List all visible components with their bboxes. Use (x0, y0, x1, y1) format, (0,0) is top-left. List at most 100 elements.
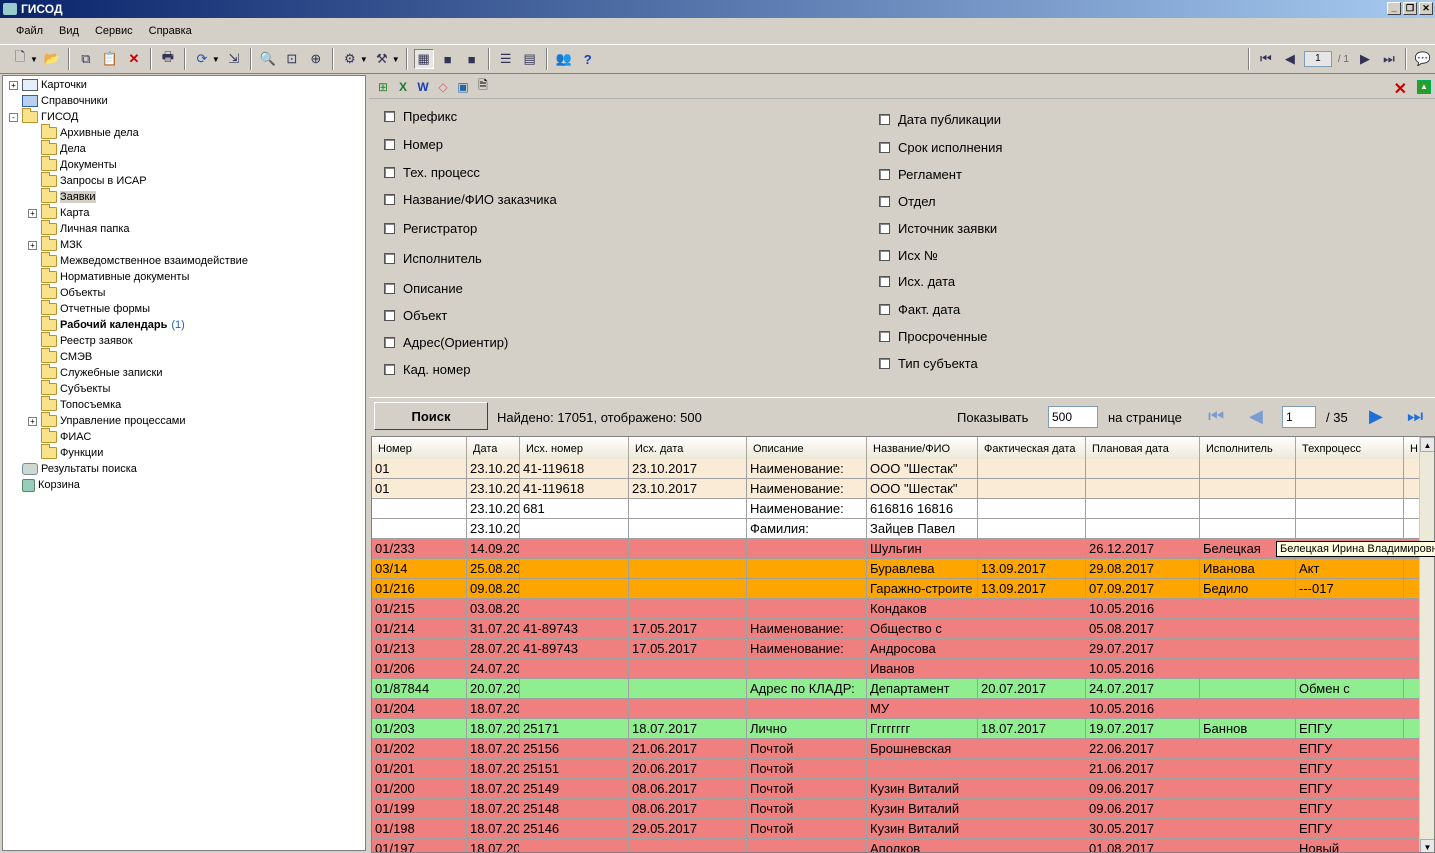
layout2-icon[interactable]: ■ (438, 49, 458, 69)
close-filter-icon[interactable]: ✕ (1394, 79, 1407, 99)
settings-icon[interactable]: ⚙ (340, 49, 360, 69)
filter-checkbox[interactable]: Описание (384, 281, 463, 296)
checkbox-box[interactable] (879, 250, 890, 261)
tree-item[interactable]: Функции (28, 444, 103, 461)
print-icon[interactable]: 🖶 (158, 49, 178, 69)
tree-item[interactable]: + Карта (28, 204, 89, 221)
delete-icon[interactable]: ✕ (124, 49, 144, 69)
collapse-filter-icon[interactable]: ▲ (1417, 80, 1431, 94)
filter-checkbox[interactable]: Исх № (879, 248, 938, 263)
tree-item[interactable]: Межведомственное взаимодействие (28, 252, 248, 269)
table-row[interactable]: 01/215 03.08.20 Кондаков 10.05.2016 (372, 599, 1424, 619)
dropdown-arrow-icon[interactable]: ▼ (30, 55, 38, 64)
table-row[interactable]: 01/199 18.07.20 25148 08.06.2017 Почтой Кузин… (372, 799, 1424, 819)
column-header[interactable]: Название/ФИО (867, 437, 978, 459)
tree-item[interactable]: Нормативные документы (28, 268, 189, 285)
tree-item[interactable]: Служебные записки (28, 364, 163, 381)
find-icon[interactable]: 🔍 (258, 49, 278, 69)
column-header[interactable]: Фактическая дата (978, 437, 1086, 459)
menu-help[interactable]: Справка (141, 25, 200, 37)
expand-icon[interactable]: + (28, 208, 37, 218)
menu-file[interactable]: Файл (8, 25, 51, 37)
checkbox-box[interactable] (384, 194, 395, 205)
table-row[interactable]: 03/14 25.08.20 Буравлева 13.09.2017 29.08.20… (372, 559, 1424, 579)
column-header[interactable]: Номер (372, 437, 467, 459)
tree-item[interactable]: Дела (28, 140, 86, 157)
filter-checkbox[interactable]: Регистратор (384, 221, 477, 236)
checkbox-box[interactable] (384, 111, 395, 122)
checkbox-box[interactable] (879, 223, 890, 234)
expand-icon[interactable]: + (9, 80, 18, 90)
search-button[interactable]: Поиск (374, 402, 488, 430)
checkbox-box[interactable] (879, 169, 890, 180)
table-row[interactable]: 01/204 18.07.20 МУ 10.05.2016 (372, 699, 1424, 719)
next-page-icon[interactable]: ▶ (1355, 49, 1375, 69)
last-page-icon[interactable]: ⏭ (1407, 406, 1423, 427)
zoom-icon[interactable]: ⊡ (282, 49, 302, 69)
table-row[interactable]: 01 23.10.20 41-119618 23.10.2017 Наименовани… (372, 459, 1424, 479)
dropdown-arrow-icon[interactable]: ▼ (392, 55, 400, 64)
word-icon[interactable]: W (415, 79, 431, 95)
checkbox-box[interactable] (384, 283, 395, 294)
column-header[interactable]: Дата (467, 437, 520, 459)
save-filter-icon[interactable]: ▣ (455, 79, 471, 95)
comment-icon[interactable]: 💬 (1413, 49, 1433, 69)
filter-checkbox[interactable]: Регламент (879, 167, 962, 182)
checkbox-box[interactable] (384, 139, 395, 150)
filter-checkbox[interactable]: Кад. номер (384, 362, 470, 377)
filter-checkbox[interactable]: Объект (384, 308, 447, 323)
tree-item[interactable]: Топосъемка (28, 396, 121, 413)
tree-item[interactable]: Объекты (28, 284, 105, 301)
checkbox-box[interactable] (879, 114, 890, 125)
filter-checkbox[interactable]: Название/ФИО заказчика (384, 192, 557, 207)
vertical-scrollbar[interactable]: ▲ ▼ (1419, 437, 1434, 852)
filter-checkbox[interactable]: Тип субъекта (879, 356, 978, 371)
checkbox-box[interactable] (384, 364, 395, 375)
add-filter-icon[interactable]: ⊞ (375, 79, 391, 95)
list-icon[interactable]: ☰ (496, 49, 516, 69)
page-number-input[interactable]: 1 (1282, 406, 1316, 428)
refresh-icon[interactable]: ⟳ (192, 49, 212, 69)
menu-view[interactable]: Вид (51, 25, 87, 37)
checkbox-box[interactable] (384, 167, 395, 178)
checkbox-box[interactable] (384, 310, 395, 321)
layout1-icon[interactable]: ▦ (413, 49, 434, 69)
checkbox-box[interactable] (879, 358, 890, 369)
table-row[interactable]: 01/198 18.07.20 25146 29.05.2017 Почтой Кузин… (372, 819, 1424, 839)
document-icon[interactable]: 🗎 (475, 78, 491, 95)
dropdown-arrow-icon[interactable]: ▼ (212, 55, 220, 64)
table-row[interactable]: 01 23.10.20 41-119618 23.10.2017 Наименовани… (372, 479, 1424, 499)
last-page-icon[interactable]: ⏭ (1379, 49, 1399, 69)
column-header[interactable]: Плановая дата (1086, 437, 1200, 459)
tree-item[interactable]: СМЭВ (28, 348, 92, 365)
scroll-down-icon[interactable]: ▼ (1420, 839, 1434, 852)
tree-item[interactable]: Заявки (28, 188, 96, 205)
filter-checkbox[interactable]: Адрес(Ориентир) (384, 335, 508, 350)
tree-item[interactable]: ФИАС (28, 428, 91, 445)
table-row[interactable]: 01/214 31.07.20 41-89743 17.05.2017 Наименов… (372, 619, 1424, 639)
checkbox-box[interactable] (384, 253, 395, 264)
checkbox-box[interactable] (879, 196, 890, 207)
checkbox-box[interactable] (879, 304, 890, 315)
filter-checkbox[interactable]: Источник заявки (879, 221, 997, 236)
table-row[interactable]: 01/206 24.07.20 Иванов 10.05.2016 (372, 659, 1424, 679)
filter-checkbox[interactable]: Префикс (384, 109, 457, 124)
column-header[interactable]: Исх. номер (520, 437, 629, 459)
dropdown-arrow-icon[interactable]: ▼ (360, 55, 368, 64)
checkbox-box[interactable] (879, 331, 890, 342)
table-row[interactable]: 01/87844 20.07.20 Адрес по КЛАДР: Департаме… (372, 679, 1424, 699)
users-icon[interactable]: 👥 (554, 49, 574, 69)
filter-checkbox[interactable]: Срок исполнения (879, 140, 1002, 155)
prev-page-icon[interactable]: ◀ (1280, 49, 1300, 69)
checkbox-box[interactable] (879, 276, 890, 287)
scroll-up-icon[interactable]: ▲ (1420, 437, 1434, 452)
tree-item[interactable]: + Карточки (9, 77, 87, 93)
filter-checkbox[interactable]: Номер (384, 137, 443, 152)
help-icon[interactable]: ? (578, 49, 598, 69)
export-icon[interactable]: ⇲ (224, 49, 244, 69)
filter-checkbox[interactable]: Исх. дата (879, 274, 955, 289)
expand-icon[interactable]: + (28, 240, 37, 250)
tree-item[interactable]: Архивные дела (28, 124, 139, 141)
paste-icon[interactable]: 📋 (100, 49, 120, 69)
close-window-button[interactable]: ✕ (1419, 2, 1433, 15)
